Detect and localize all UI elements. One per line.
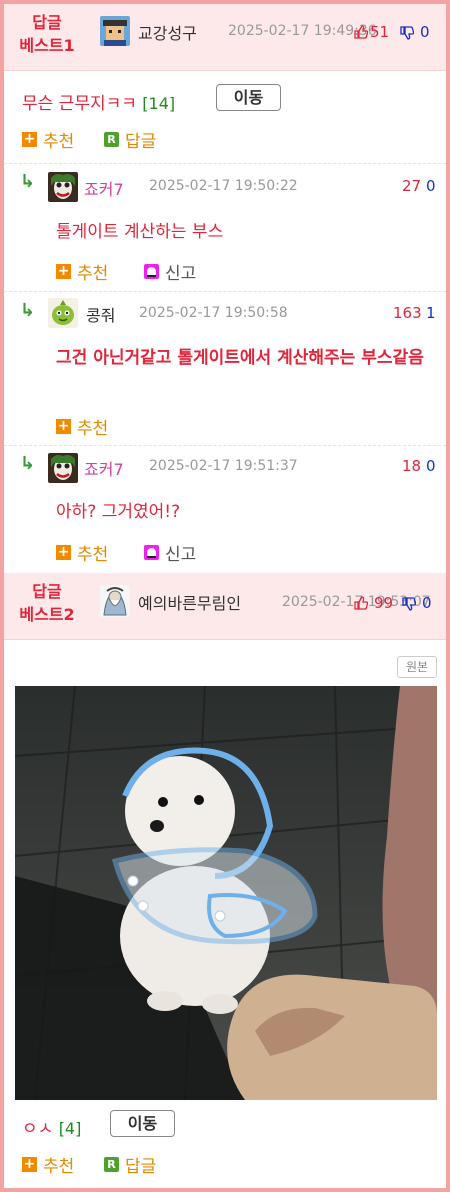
report-button[interactable]: 신고 bbox=[144, 540, 196, 565]
reply-arrow-icon: ↳ bbox=[20, 300, 36, 321]
downvote-count[interactable]: 0 bbox=[426, 457, 436, 475]
downvote-count[interactable]: 1 bbox=[426, 304, 436, 322]
divider bbox=[4, 445, 446, 446]
avatar[interactable] bbox=[100, 16, 130, 46]
recommend-label: 추천 bbox=[77, 264, 109, 284]
avatar[interactable] bbox=[48, 172, 78, 202]
plus-icon: + bbox=[56, 263, 71, 279]
comment-count: [14] bbox=[142, 94, 176, 113]
avatar[interactable] bbox=[48, 453, 78, 483]
reply-label: 답글 bbox=[125, 132, 157, 152]
downvote-count[interactable]: 0 bbox=[426, 177, 436, 195]
move-button[interactable]: 이동 bbox=[216, 84, 281, 111]
reply-r-icon: R bbox=[104, 132, 119, 147]
divider bbox=[4, 163, 446, 164]
upvote-count[interactable]: 18 bbox=[402, 457, 421, 475]
original-image-button[interactable]: 원본 bbox=[397, 656, 437, 678]
nickname[interactable]: 죠커7 bbox=[84, 456, 124, 480]
timestamp: 2025-02-17 19:50:22 bbox=[149, 178, 298, 194]
recommend-label: 추천 bbox=[43, 1157, 75, 1177]
recommend-label: 추천 bbox=[43, 132, 75, 152]
nickname[interactable]: 죠커7 bbox=[84, 176, 124, 200]
nickname[interactable]: 콩줘 bbox=[86, 302, 115, 326]
recommend-button[interactable]: + 추천 bbox=[22, 1152, 74, 1177]
timestamp: 2025-02-17 19:50:58 bbox=[139, 305, 288, 321]
nickname[interactable]: 예의바른무림인 bbox=[138, 590, 241, 614]
report-label: 신고 bbox=[165, 264, 197, 284]
reply-button[interactable]: R 답글 bbox=[104, 127, 156, 152]
nickname[interactable]: 교강성구 bbox=[138, 20, 197, 44]
downvote-count: 0 bbox=[422, 594, 432, 612]
post-title[interactable]: ㅇㅅ [4] bbox=[22, 1114, 81, 1139]
post-title-text[interactable]: ㅇㅅ bbox=[22, 1119, 53, 1139]
post-image[interactable] bbox=[15, 686, 437, 1100]
move-button[interactable]: 이동 bbox=[110, 1110, 175, 1137]
reply-button[interactable]: R 답글 bbox=[104, 1152, 156, 1177]
recommend-button[interactable]: + 추천 bbox=[56, 540, 108, 565]
thumbs-down-icon[interactable] bbox=[400, 26, 414, 40]
reply-r-icon: R bbox=[104, 1157, 119, 1172]
plus-icon: + bbox=[22, 131, 37, 147]
avatar[interactable] bbox=[100, 585, 130, 617]
comment-text: 톨게이트 계산하는 부스 bbox=[56, 222, 224, 242]
upvote-count[interactable]: 27 bbox=[402, 177, 421, 195]
report-label: 신고 bbox=[165, 545, 197, 565]
recommend-button[interactable]: + 추천 bbox=[22, 127, 74, 152]
downvote-count: 0 bbox=[420, 23, 430, 41]
best-reply-2-header: 답글 베스트2 예의바른무림인 2025-02-17 19:53:07 99 0 bbox=[4, 573, 446, 640]
avatar[interactable] bbox=[48, 298, 78, 328]
upvote-count: 51 bbox=[370, 23, 390, 41]
best-reply-1-header: 답글 베스트1 교강성구 2025-02-17 19:49:36 51 0 bbox=[4, 4, 446, 71]
best-tag: 답글 베스트2 bbox=[19, 582, 75, 624]
thumbs-down-icon[interactable] bbox=[402, 597, 416, 611]
recommend-label: 추천 bbox=[77, 545, 109, 565]
reply-label: 답글 bbox=[125, 1157, 157, 1177]
report-button[interactable]: 신고 bbox=[144, 259, 196, 284]
report-icon bbox=[144, 264, 159, 279]
comment-text: 그건 아닌거같고 톨게이트에서 계산해주는 부스같음 bbox=[56, 348, 424, 368]
recommend-button[interactable]: + 추천 bbox=[56, 414, 108, 439]
recommend-button[interactable]: + 추천 bbox=[56, 259, 108, 284]
plus-icon: + bbox=[22, 1156, 37, 1172]
post-title[interactable]: 무슨 근무지ㅋㅋ [14] bbox=[22, 89, 175, 114]
plus-icon: + bbox=[56, 544, 71, 560]
upvote-count: 99 bbox=[374, 594, 394, 612]
plus-icon: + bbox=[56, 418, 71, 434]
thumbs-up-icon[interactable] bbox=[354, 596, 368, 610]
post-title-text[interactable]: 무슨 근무지ㅋㅋ bbox=[22, 94, 137, 114]
comment-text: 아하? 그거였어!? bbox=[56, 502, 181, 522]
comment-count: [4] bbox=[58, 1119, 82, 1138]
divider bbox=[4, 291, 446, 292]
reply-arrow-icon: ↳ bbox=[20, 453, 36, 474]
report-icon bbox=[144, 545, 159, 560]
recommend-label: 추천 bbox=[77, 419, 109, 439]
reply-arrow-icon: ↳ bbox=[20, 171, 36, 192]
best-tag: 답글 베스트1 bbox=[19, 13, 75, 55]
thumbs-up-icon[interactable] bbox=[354, 25, 368, 39]
upvote-count[interactable]: 163 bbox=[393, 304, 422, 322]
timestamp: 2025-02-17 19:51:37 bbox=[149, 458, 298, 474]
